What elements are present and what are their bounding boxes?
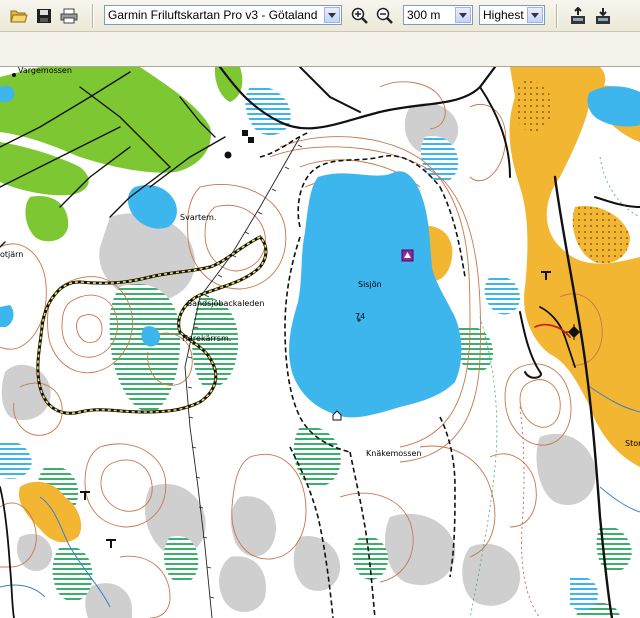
- map-label-sisjon: Sisjön: [358, 280, 382, 289]
- map-product-value: Garmin Friluftskartan Pro v3 - Götaland: [108, 8, 318, 22]
- chevron-down-icon[interactable]: [455, 7, 471, 23]
- main-toolbar: Garmin Friluftskartan Pro v3 - Götaland …: [0, 0, 640, 32]
- map-label-sandsjobackaleden: Sandsjöbackaleden: [187, 299, 264, 308]
- map-label-knakemossen: Knäkemossen: [366, 449, 422, 458]
- zoom-out-icon[interactable]: [374, 5, 396, 27]
- detail-level-select[interactable]: Highest: [479, 5, 545, 25]
- zoom-in-icon[interactable]: [349, 5, 371, 27]
- map-label-elevation: 74: [355, 312, 365, 321]
- map-label-harekarrsm: Harekärrsm.: [182, 334, 231, 343]
- save-disk-icon[interactable]: [33, 5, 55, 27]
- chevron-down-icon[interactable]: [324, 7, 340, 23]
- map-label-stor: Stor: [625, 439, 640, 448]
- map-label-svartem: Svartem.: [180, 213, 216, 222]
- folder-open-icon[interactable]: [8, 5, 30, 27]
- map-label-otjarn: otjärn: [0, 250, 23, 259]
- map-view[interactable]: Vargemossen Svartem. otjärn Sandsjöbacka…: [0, 67, 640, 618]
- zoom-scale-select[interactable]: 300 m: [403, 5, 473, 25]
- detail-level-value: Highest: [483, 8, 524, 22]
- map-label-vargemossen: Vargemossen: [18, 67, 72, 75]
- campsite-icon[interactable]: [401, 249, 414, 262]
- receive-from-device-icon[interactable]: [592, 5, 614, 27]
- toolbar-separator: [556, 4, 558, 28]
- printer-icon[interactable]: [58, 5, 80, 27]
- red-dashed-boundary: [519, 406, 541, 618]
- zoom-scale-value: 300 m: [407, 8, 441, 22]
- map-product-select[interactable]: Garmin Friluftskartan Pro v3 - Götaland: [104, 5, 342, 25]
- topo-map: Vargemossen Svartem. otjärn Sandsjöbacka…: [0, 67, 640, 618]
- send-to-device-icon[interactable]: [567, 5, 589, 27]
- chevron-down-icon[interactable]: [527, 7, 543, 23]
- secondary-toolbar: [0, 32, 640, 67]
- toolbar-separator: [92, 4, 94, 28]
